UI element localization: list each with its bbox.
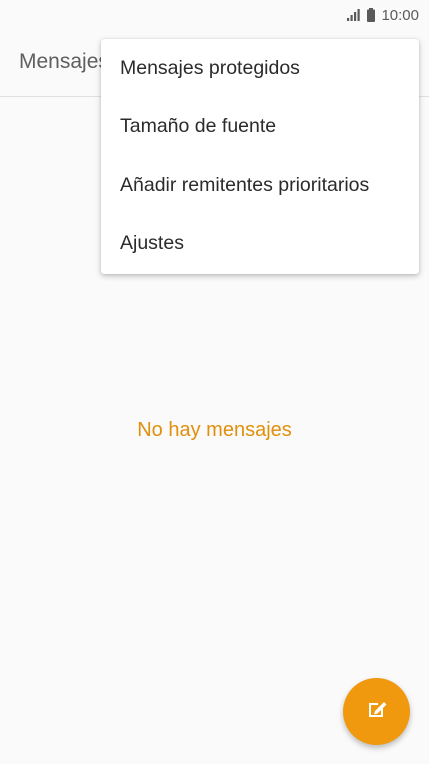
empty-state-text: No hay mensajes — [137, 419, 292, 441]
compose-icon — [366, 698, 388, 725]
messages-screen: 10:00 Mensajes No hay mensajes Mensajes … — [0, 0, 429, 764]
signal-icon — [347, 9, 361, 21]
compose-button[interactable] — [343, 678, 410, 745]
app-title: Mensajes — [19, 50, 109, 73]
menu-item-settings[interactable]: Ajustes — [101, 215, 419, 274]
menu-item-label: Ajustes — [120, 232, 184, 255]
menu-item-label: Añadir remitentes prioritarios — [120, 173, 370, 196]
menu-item-label: Tamaño de fuente — [120, 115, 277, 138]
menu-item-font-size[interactable]: Tamaño de fuente — [101, 98, 419, 157]
overflow-menu: Mensajes protegidos Tamaño de fuente Aña… — [101, 39, 419, 274]
menu-item-add-priority-senders[interactable]: Añadir remitentes prioritarios — [101, 156, 419, 215]
status-bar: 10:00 — [0, 0, 429, 30]
battery-icon — [367, 8, 376, 22]
menu-item-protected-messages[interactable]: Mensajes protegidos — [101, 39, 419, 98]
status-time: 10:00 — [381, 6, 419, 24]
menu-item-label: Mensajes protegidos — [120, 56, 300, 79]
